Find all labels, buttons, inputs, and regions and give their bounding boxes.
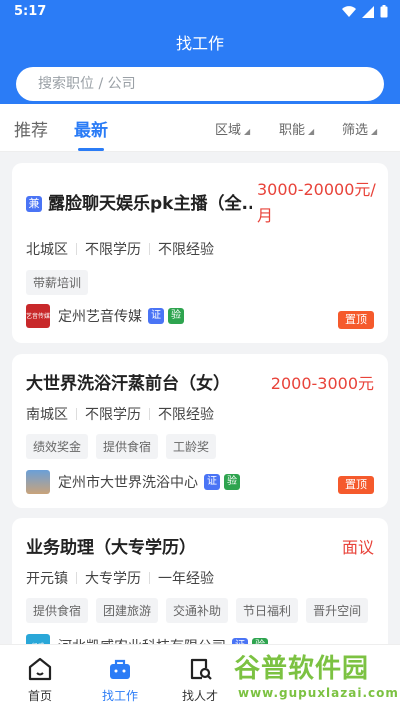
- nav-find-jobs-label: 找工作: [101, 689, 138, 703]
- watermark-text: 谷普软件园: [234, 654, 370, 684]
- job-location: 南城区: [26, 407, 68, 423]
- job-tag: 工龄奖: [166, 434, 217, 459]
- job-location: 北城区: [26, 242, 68, 258]
- nav-find-talent-label: 找人才: [181, 689, 218, 703]
- certified-badge: 证: [204, 474, 220, 490]
- company-name: 定州市大世界洗浴中心: [58, 475, 198, 491]
- job-education: 不限学历: [85, 242, 141, 258]
- tab-latest[interactable]: 最新: [74, 116, 108, 141]
- job-education: 大专学历: [85, 571, 141, 587]
- job-tags: 带薪培训: [26, 270, 89, 295]
- job-tag: 交通补助: [166, 598, 229, 623]
- job-salary-line: 月: [257, 206, 274, 225]
- job-salary: 面议: [341, 538, 374, 557]
- company-logo: 艺音传媒: [26, 304, 50, 328]
- watermark-url: www.gupuxlazai.com: [238, 686, 399, 700]
- pinned-badge: 置顶: [338, 311, 374, 329]
- status-time: 5:17: [14, 4, 47, 19]
- job-salary: 3000-20000元/ 月: [257, 177, 376, 229]
- nav-home[interactable]: 首页: [10, 655, 70, 704]
- header: 5:17 找工作 搜索职位 / 公司: [0, 0, 400, 108]
- filter-more-label: 筛选: [342, 123, 369, 138]
- job-title: 兼露脸聊天娱乐pk主播（全...: [26, 189, 252, 214]
- job-experience: 一年经验: [158, 571, 214, 587]
- dropdown-arrow-icon: ◢: [308, 127, 315, 136]
- job-title: 业务助理（大专学历）: [26, 538, 196, 558]
- job-experience: 不限经验: [158, 407, 214, 423]
- job-tag: 带薪培训: [26, 270, 89, 295]
- nav-find-talent[interactable]: 找人才: [170, 655, 230, 704]
- pinned-badge: 置顶: [338, 476, 374, 494]
- part-time-badge: 兼: [26, 196, 42, 212]
- job-requirements: 开元镇 大专学历 一年经验: [26, 568, 214, 588]
- briefcase-icon: [110, 659, 130, 679]
- job-salary: 2000-3000元: [270, 374, 374, 393]
- job-title-text: 露脸聊天娱乐pk主播（全...: [48, 194, 252, 214]
- battery-icon: [380, 5, 388, 18]
- signal-icon: [362, 5, 374, 18]
- certified-badge: 证: [148, 308, 164, 324]
- nav-find-jobs[interactable]: 找工作: [90, 655, 150, 704]
- home-icon: [28, 657, 52, 681]
- filter-region-label: 区域: [215, 123, 242, 138]
- job-tag: 晋升空间: [306, 598, 369, 623]
- job-tags: 提供食宿 团建旅游 交通补助 节日福利 晋升空间: [26, 598, 369, 623]
- wifi-icon: [342, 5, 356, 17]
- job-location: 开元镇: [26, 571, 68, 587]
- tab-underline: [78, 148, 104, 151]
- job-title: 大世界洗浴汗蒸前台（女）: [26, 374, 230, 394]
- company-logo: [26, 470, 50, 494]
- dropdown-arrow-icon: ◢: [244, 127, 251, 136]
- company-info[interactable]: 定州市大世界洗浴中心 证 验: [26, 470, 240, 494]
- job-tag: 提供食宿: [26, 598, 89, 623]
- job-education: 不限学历: [85, 407, 141, 423]
- job-tag: 绩效奖金: [26, 434, 89, 459]
- filter-function-label: 职能: [279, 123, 306, 138]
- watermark: 谷普软件园 www.gupuxlazai.com: [230, 648, 400, 710]
- job-salary-line: 3000-20000元/: [257, 180, 376, 199]
- tab-bar: 推荐 最新 区域 ◢ 职能 ◢ 筛选 ◢: [0, 104, 400, 152]
- page-title: 找工作: [175, 34, 224, 53]
- nav-home-label: 首页: [27, 689, 52, 703]
- tab-recommend[interactable]: 推荐: [14, 116, 48, 141]
- filter-more[interactable]: 筛选 ◢: [342, 119, 377, 138]
- filter-function[interactable]: 职能 ◢: [279, 119, 314, 138]
- dropdown-arrow-icon: ◢: [371, 127, 378, 136]
- job-card[interactable]: 大世界洗浴汗蒸前台（女） 2000-3000元 南城区 不限学历 不限经验 绩效…: [12, 354, 388, 508]
- status-icons: [342, 5, 388, 18]
- verified-badge: 验: [168, 308, 184, 324]
- verified-badge: 验: [224, 474, 240, 490]
- job-requirements: 南城区 不限学历 不限经验: [26, 404, 214, 424]
- job-tag: 节日福利: [236, 598, 299, 623]
- job-tag: 提供食宿: [96, 434, 159, 459]
- status-bar: 5:17: [0, 0, 400, 24]
- job-tags: 绩效奖金 提供食宿 工龄奖: [26, 434, 217, 459]
- company-info[interactable]: 艺音传媒 定州艺音传媒 证 验: [26, 304, 184, 328]
- filter-region[interactable]: 区域 ◢: [215, 119, 250, 138]
- job-card[interactable]: 兼露脸聊天娱乐pk主播（全... 3000-20000元/ 月 北城区 不限学历…: [12, 163, 388, 343]
- search-doc-icon: [190, 658, 212, 680]
- job-experience: 不限经验: [158, 242, 214, 258]
- job-tag: 团建旅游: [96, 598, 159, 623]
- search-input[interactable]: 搜索职位 / 公司: [16, 67, 384, 101]
- company-name: 定州艺音传媒: [58, 309, 142, 325]
- job-requirements: 北城区 不限学历 不限经验: [26, 239, 214, 259]
